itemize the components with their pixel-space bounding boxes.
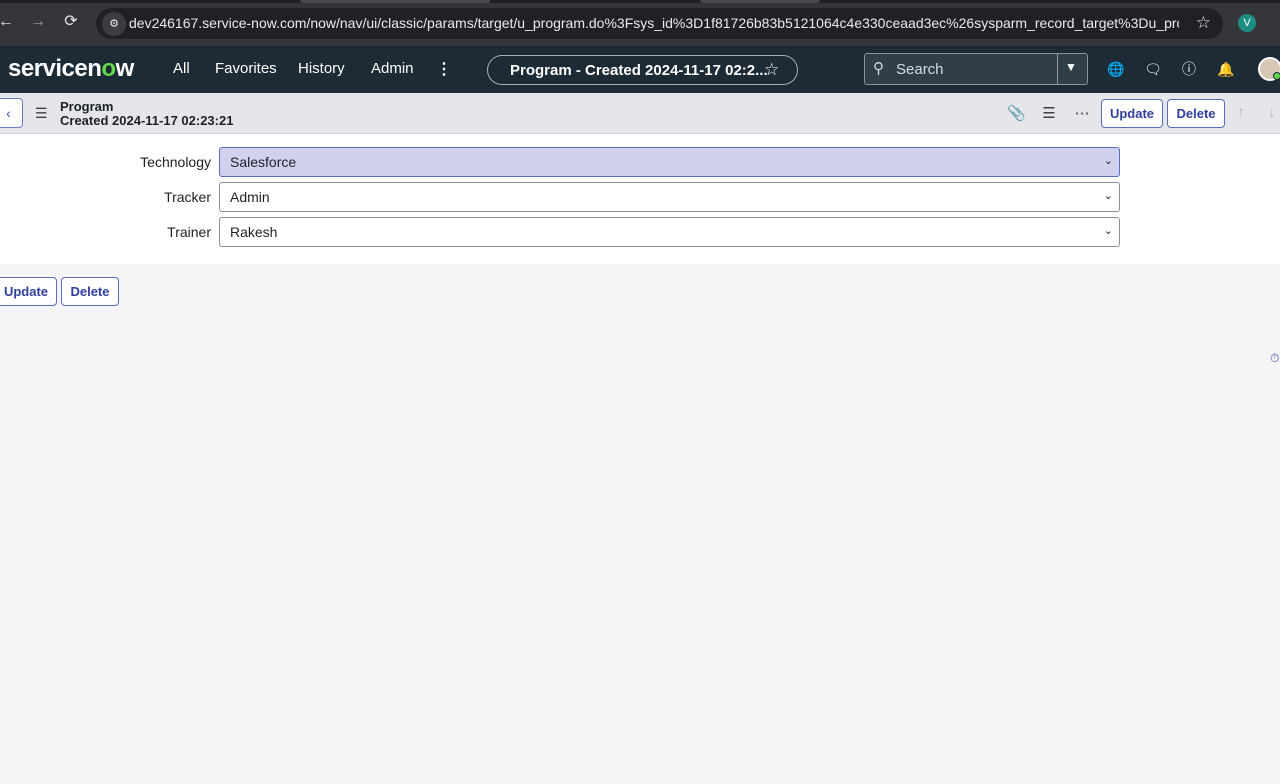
forward-arrow-icon[interactable]: → — [27, 11, 49, 33]
bottom-delete-button[interactable]: Delete — [61, 277, 119, 306]
search-scope-dropdown-icon[interactable]: ▼ — [1065, 60, 1077, 74]
tab[interactable] — [700, 0, 820, 3]
form-body: Technology Salesforce ⌄ Tracker Admin ⌄ … — [0, 134, 1280, 264]
form-header: ‹ ☰ Program Created 2024-11-17 02:23:21 … — [0, 93, 1280, 134]
technology-label: Technology — [140, 154, 211, 170]
url-text[interactable]: dev246167.service-now.com/now/nav/ui/cla… — [129, 15, 1179, 31]
update-button[interactable]: Update — [1101, 99, 1163, 128]
record-name: Created 2024-11-17 02:23:21 — [60, 113, 234, 128]
delete-button[interactable]: Delete — [1167, 99, 1225, 128]
global-search[interactable]: ⚲ Search ▼ — [864, 53, 1088, 85]
chevron-down-icon: ⌄ — [1103, 190, 1113, 202]
next-record-icon[interactable]: ↓ — [1268, 104, 1276, 121]
technology-value: Salesforce — [230, 154, 297, 170]
tab[interactable] — [300, 0, 490, 3]
help-icon[interactable]: ⓘ — [1180, 60, 1198, 78]
more-menu-icon[interactable]: ⋮ — [436, 59, 452, 79]
logo-text-end: w — [115, 55, 135, 82]
trainer-value: Rakesh — [230, 224, 278, 240]
favorite-star-icon[interactable]: ☆ — [764, 60, 779, 80]
bottom-update-button[interactable]: Update — [0, 277, 57, 306]
settings-sliders-icon[interactable]: ☰ — [1040, 104, 1058, 122]
app-header: servicenow All Favorites History Admin ⋮… — [0, 46, 1280, 93]
bell-icon[interactable]: 🔔 — [1217, 60, 1235, 78]
paperclip-icon[interactable]: 📎 — [1007, 104, 1026, 122]
more-actions-icon[interactable]: ⋯ — [1073, 104, 1091, 122]
logo-text: servicen — [8, 55, 102, 82]
star-icon[interactable]: ☆ — [1196, 13, 1211, 33]
profile-avatar[interactable]: V — [1238, 14, 1256, 32]
tracker-select[interactable]: Admin ⌄ — [219, 182, 1120, 212]
logo-accent: o — [101, 55, 116, 82]
timer-icon[interactable]: ⏱ — [1270, 351, 1279, 366]
servicenow-logo[interactable]: servicenow — [8, 55, 134, 83]
tab-strip — [0, 0, 1280, 3]
chat-icon[interactable]: 🗨 — [1144, 60, 1162, 78]
menu-favorites[interactable]: Favorites — [215, 60, 277, 77]
address-bar[interactable]: ⚙ dev246167.service-now.com/now/nav/ui/c… — [96, 8, 1223, 39]
chevron-down-icon: ⌄ — [1103, 225, 1113, 237]
menu-admin[interactable]: Admin — [371, 60, 414, 77]
back-arrow-icon[interactable]: ← — [0, 11, 17, 33]
menu-all[interactable]: All — [173, 60, 190, 77]
tracker-label: Tracker — [164, 189, 211, 205]
previous-record-icon[interactable]: ↑ — [1237, 104, 1245, 121]
presence-indicator — [1273, 72, 1280, 80]
site-settings-icon[interactable]: ⚙ — [102, 12, 126, 36]
search-divider — [1057, 54, 1058, 84]
chevron-down-icon: ⌄ — [1103, 155, 1113, 167]
reload-icon[interactable]: ⟳ — [60, 11, 82, 33]
record-type: Program — [60, 99, 114, 114]
technology-select[interactable]: Salesforce ⌄ — [219, 147, 1120, 177]
search-icon: ⚲ — [873, 60, 884, 77]
back-button[interactable]: ‹ — [0, 98, 23, 128]
form-menu-icon[interactable]: ☰ — [35, 105, 48, 122]
context-title-pill[interactable]: Program - Created 2024-11-17 02:2... ☆ — [487, 55, 798, 85]
search-input[interactable]: Search — [896, 61, 944, 78]
trainer-label: Trainer — [167, 224, 211, 240]
trainer-select[interactable]: Rakesh ⌄ — [219, 217, 1120, 247]
tracker-value: Admin — [230, 189, 270, 205]
menu-history[interactable]: History — [298, 60, 345, 77]
user-avatar[interactable] — [1258, 57, 1280, 81]
browser-chrome: ← → ⟳ ⚙ dev246167.service-now.com/now/na… — [0, 0, 1280, 46]
context-title: Program - Created 2024-11-17 02:2... — [510, 62, 768, 79]
globe-icon[interactable]: 🌐 — [1107, 60, 1125, 78]
